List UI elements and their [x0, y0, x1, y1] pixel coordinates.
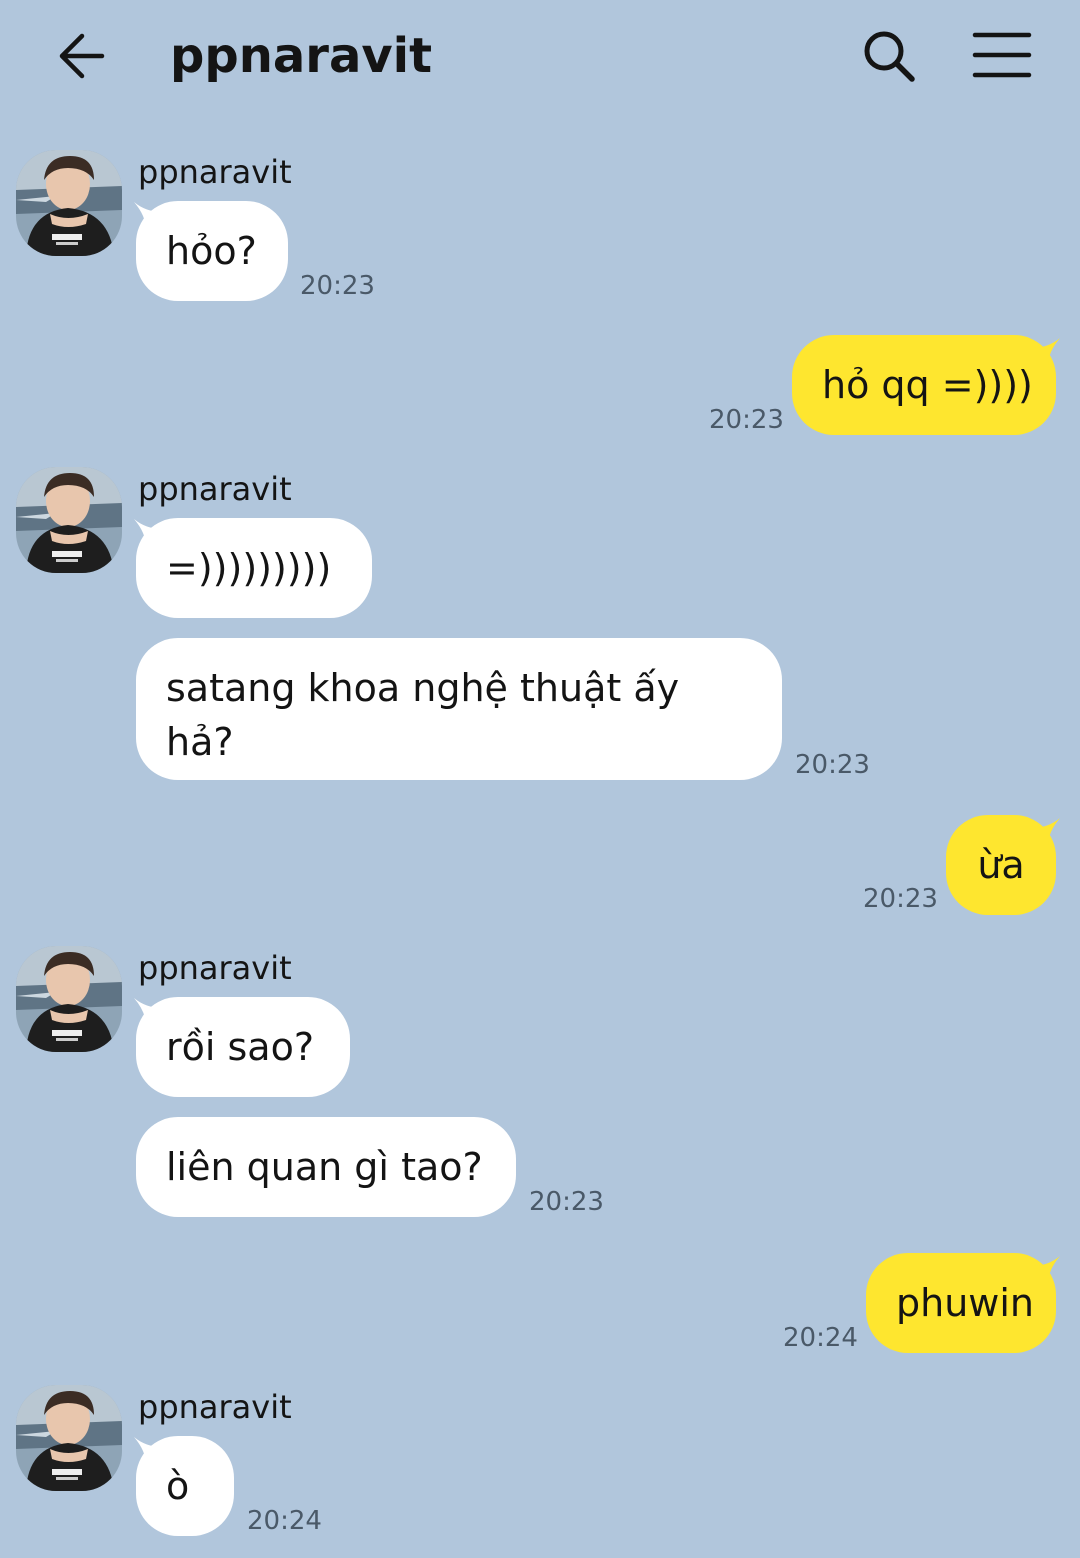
message-timestamp: 20:23 [529, 1187, 604, 1217]
incoming-message-bubble[interactable]: =))))))))) [136, 518, 372, 618]
search-button[interactable] [856, 26, 920, 86]
incoming-message-bubble[interactable]: hỏo? [136, 201, 288, 301]
message-timestamp: 20:23 [709, 405, 784, 435]
chat-title: ppnaravit [170, 28, 433, 84]
sender-avatar[interactable] [16, 1385, 122, 1491]
message-timestamp: 20:24 [247, 1506, 322, 1536]
message-timestamp: 20:23 [300, 271, 375, 301]
message-timestamp: 20:24 [783, 1323, 858, 1353]
incoming-message-bubble[interactable]: liên quan gì tao? [136, 1117, 516, 1217]
search-icon [864, 31, 915, 82]
incoming-message-bubble[interactable]: rồi sao? [136, 997, 350, 1097]
message-timestamp: 20:23 [795, 750, 870, 780]
outgoing-message-bubble[interactable]: phuwin [866, 1253, 1056, 1353]
sender-name: ppnaravit [138, 1388, 292, 1426]
incoming-message-bubble[interactable]: ò [136, 1436, 234, 1536]
sender-avatar[interactable] [16, 467, 122, 573]
arrow-left-icon [59, 33, 105, 79]
sender-name: ppnaravit [138, 949, 292, 987]
outgoing-bubble-tail [1032, 338, 1060, 366]
outgoing-bubble-tail [1032, 1256, 1060, 1284]
sender-avatar[interactable] [16, 946, 122, 1052]
incoming-message-bubble[interactable]: satang khoa nghệ thuật ấy hả? [136, 638, 782, 780]
back-button[interactable] [52, 28, 112, 84]
menu-button[interactable] [968, 26, 1036, 84]
message-timestamp: 20:23 [863, 884, 938, 914]
sender-name: ppnaravit [138, 470, 292, 508]
outgoing-bubble-tail [1032, 818, 1060, 846]
sender-name: ppnaravit [138, 153, 292, 191]
sender-avatar[interactable] [16, 150, 122, 256]
chat-header: ppnaravit [0, 0, 1080, 120]
outgoing-message-bubble[interactable]: hỏ qq =)))) [792, 335, 1056, 435]
hamburger-menu-icon [972, 32, 1032, 78]
